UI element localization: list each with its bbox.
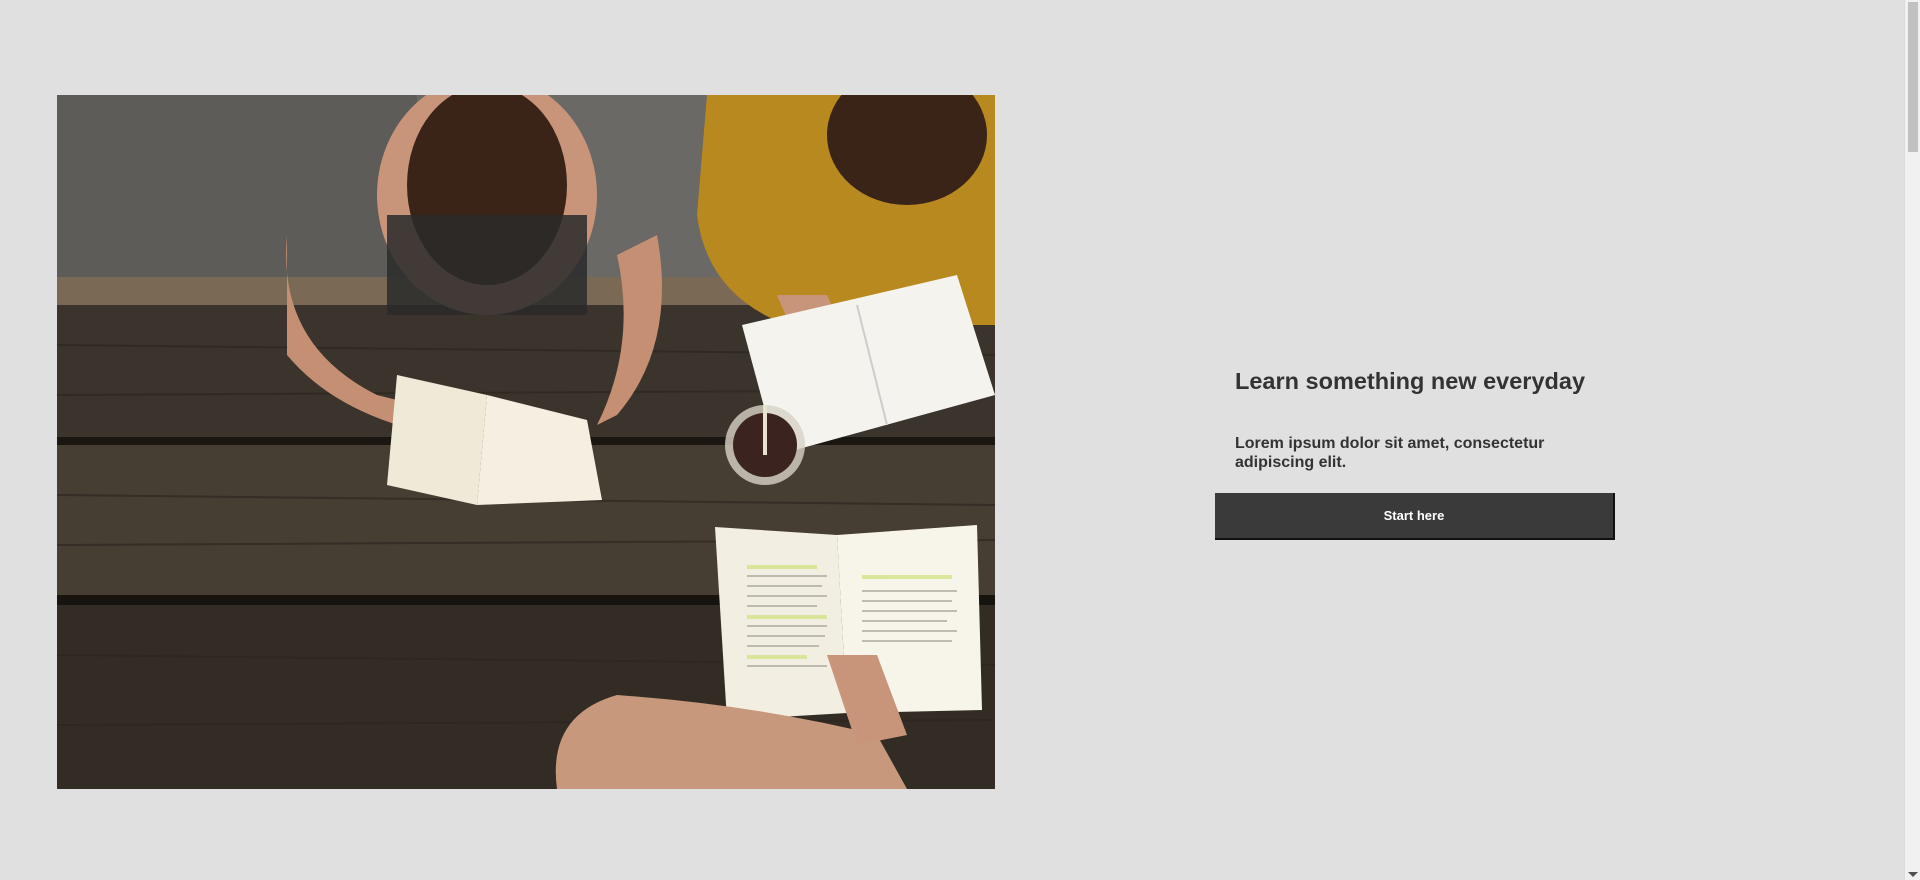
hero-photo-illustration bbox=[57, 95, 995, 789]
hero-content: Learn something new everyday Lorem ipsum… bbox=[1235, 366, 1635, 472]
description: Lorem ipsum dolor sit amet, consectetur … bbox=[1235, 435, 1545, 471]
start-here-button-label: Start here bbox=[1383, 508, 1445, 523]
vertical-scrollbar[interactable] bbox=[1904, 0, 1920, 880]
scrollbar-thumb[interactable] bbox=[1908, 2, 1918, 152]
page: Learn something new everyday Lorem ipsum… bbox=[0, 0, 1920, 880]
hero-image bbox=[57, 95, 995, 789]
scroll-down-arrow-icon[interactable] bbox=[1908, 872, 1918, 877]
start-here-button[interactable]: Start here bbox=[1215, 493, 1615, 540]
headline: Learn something new everyday bbox=[1235, 368, 1586, 394]
